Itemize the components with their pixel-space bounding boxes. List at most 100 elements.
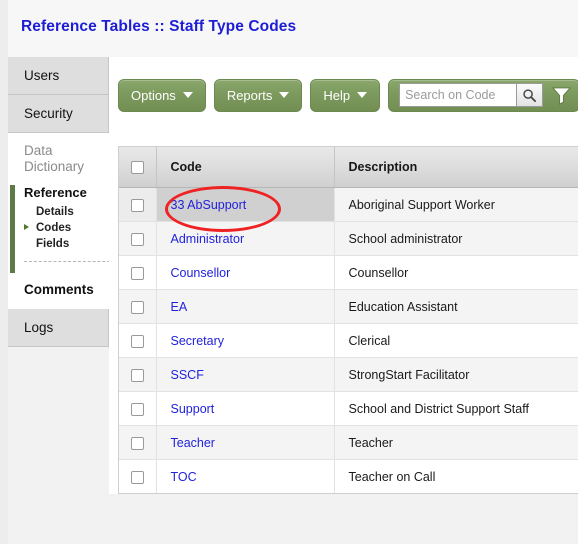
- cell-description: School administrator: [334, 221, 578, 256]
- code-link[interactable]: TOC: [171, 470, 197, 484]
- reports-button[interactable]: Reports: [213, 78, 303, 112]
- row-checkbox-cell: [119, 357, 157, 392]
- toolbar: Options Reports Help: [118, 73, 578, 117]
- cell-code: Secretary: [156, 323, 335, 358]
- cell-code: Administrator: [156, 221, 335, 256]
- search-input[interactable]: [400, 84, 517, 106]
- chevron-down-icon: [279, 92, 290, 98]
- cell-description: Teacher on Call: [334, 459, 578, 493]
- codes-table: Code Description 33 AbSupport Aboriginal …: [119, 147, 578, 493]
- cell-description: Teacher: [334, 425, 578, 460]
- content-bottom-filler: [109, 494, 578, 544]
- table-row[interactable]: EA Education Assistant: [119, 289, 578, 324]
- search-button[interactable]: [516, 84, 543, 106]
- row-checkbox-cell: [119, 323, 157, 358]
- sidebar-item-security[interactable]: Security: [8, 95, 109, 133]
- row-checkbox[interactable]: [130, 402, 144, 416]
- table-row[interactable]: Administrator School administrator: [119, 221, 578, 256]
- table-row[interactable]: Secretary Clerical: [119, 323, 578, 358]
- search-container: [388, 78, 578, 112]
- cell-description: Counsellor: [334, 255, 578, 290]
- code-link[interactable]: Secretary: [171, 334, 225, 348]
- sidebar-item-comments[interactable]: Comments: [8, 270, 109, 309]
- cell-description: Education Assistant: [334, 289, 578, 324]
- sidebar-item-fields[interactable]: Fields: [24, 236, 109, 252]
- row-checkbox-cell: [119, 187, 157, 222]
- table-header-row: Code Description: [119, 147, 578, 188]
- sidebar-section-data-dictionary[interactable]: Data Dictionary Reference Details Codes …: [8, 133, 125, 273]
- sidebar-item-codes[interactable]: Codes: [24, 220, 109, 236]
- cell-description: Clerical: [334, 323, 578, 358]
- cell-code: EA: [156, 289, 335, 324]
- row-checkbox-cell: [119, 459, 157, 493]
- sidebar: Users Security Data Dictionary Reference…: [8, 57, 125, 544]
- reports-button-label: Reports: [226, 87, 273, 103]
- sidebar-filler: [8, 347, 110, 527]
- cell-description: School and District Support Staff: [334, 391, 578, 426]
- app-root: Reference Tables :: Staff Type Codes Use…: [0, 0, 578, 544]
- options-button[interactable]: Options: [118, 78, 206, 112]
- cell-code: TOC: [156, 459, 335, 493]
- table-row[interactable]: Teacher Teacher: [119, 425, 578, 460]
- codes-table-panel: Code Description 33 AbSupport Aboriginal …: [118, 146, 578, 494]
- help-button[interactable]: Help: [310, 78, 381, 112]
- filter-button[interactable]: [552, 86, 572, 105]
- code-link[interactable]: Administrator: [171, 232, 245, 246]
- cell-code: Counsellor: [156, 255, 335, 290]
- page-title-separator: ::: [149, 18, 170, 35]
- table-header: Code Description: [119, 147, 578, 188]
- row-checkbox[interactable]: [130, 334, 144, 348]
- select-all-header: [119, 147, 157, 188]
- code-link[interactable]: 33 AbSupport: [171, 198, 247, 212]
- sidebar-item-logs-label: Logs: [24, 320, 54, 335]
- cell-description: StrongStart Facilitator: [334, 357, 578, 392]
- cell-code: Support: [156, 391, 335, 426]
- table-row[interactable]: Support School and District Support Staff: [119, 391, 578, 426]
- table-row[interactable]: TOC Teacher on Call: [119, 459, 578, 493]
- row-checkbox-cell: [119, 425, 157, 460]
- selected-arrow-icon: [24, 224, 29, 230]
- row-checkbox-cell: [119, 255, 157, 290]
- row-checkbox[interactable]: [130, 368, 144, 382]
- code-link[interactable]: SSCF: [171, 368, 204, 382]
- cell-code: Teacher: [156, 425, 335, 460]
- row-checkbox[interactable]: [130, 436, 144, 450]
- table-body: 33 AbSupport Aboriginal Support Worker Adm…: [119, 187, 578, 493]
- row-checkbox[interactable]: [130, 232, 144, 246]
- row-checkbox-cell: [119, 391, 157, 426]
- column-header-code[interactable]: Code: [156, 147, 335, 188]
- funnel-icon: [552, 86, 572, 105]
- sidebar-item-details[interactable]: Details: [24, 204, 109, 220]
- sidebar-item-fields-label: Fields: [36, 238, 70, 250]
- code-link[interactable]: Teacher: [171, 436, 215, 450]
- row-checkbox[interactable]: [130, 470, 144, 484]
- cell-code: 33 AbSupport: [156, 187, 335, 222]
- table-row[interactable]: Counsellor Counsellor: [119, 255, 578, 290]
- sidebar-item-details-label: Details: [36, 206, 74, 218]
- main-content: Options Reports Help Search on Code Code…: [109, 57, 578, 544]
- sidebar-item-comments-label: Comments: [24, 282, 94, 297]
- search-box: [399, 83, 544, 107]
- row-checkbox[interactable]: [130, 266, 144, 280]
- column-header-description[interactable]: Description: [334, 147, 578, 188]
- select-all-checkbox[interactable]: [130, 161, 144, 175]
- table-row[interactable]: 33 AbSupport Aboriginal Support Worker: [119, 187, 578, 222]
- left-gutter: [0, 0, 8, 544]
- page-title-primary: Reference Tables: [21, 18, 150, 35]
- sidebar-item-codes-label: Codes: [36, 222, 72, 234]
- sidebar-item-users[interactable]: Users: [8, 57, 109, 95]
- active-section-indicator: [10, 185, 15, 273]
- sidebar-item-logs[interactable]: Logs: [8, 309, 109, 347]
- page-title: Reference Tables :: Staff Type Codes: [21, 18, 296, 36]
- help-button-label: Help: [323, 87, 351, 103]
- magnifier-icon: [523, 88, 537, 102]
- sidebar-group-title: Reference: [24, 185, 87, 200]
- row-checkbox[interactable]: [130, 300, 144, 314]
- code-link[interactable]: EA: [171, 300, 188, 314]
- sidebar-item-security-label: Security: [24, 106, 73, 121]
- code-link[interactable]: Counsellor: [171, 266, 231, 280]
- table-row[interactable]: SSCF StrongStart Facilitator: [119, 357, 578, 392]
- code-link[interactable]: Support: [171, 402, 215, 416]
- row-checkbox[interactable]: [130, 198, 144, 212]
- row-checkbox-cell: [119, 221, 157, 256]
